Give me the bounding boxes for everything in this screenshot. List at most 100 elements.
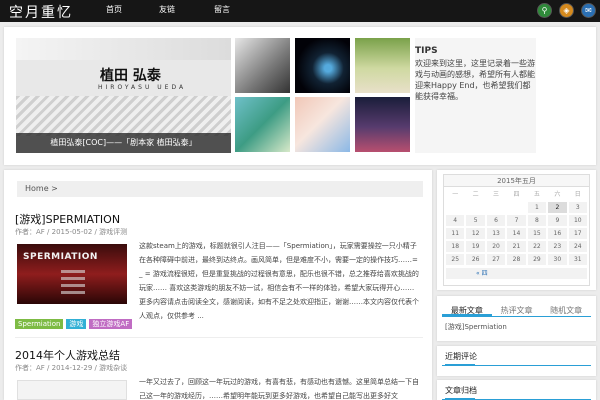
calendar-day[interactable]: 31 xyxy=(568,254,587,265)
post-meta: 作者：AF / 2015-05-02 / 游戏评测 xyxy=(15,228,128,236)
calendar-blank-cell xyxy=(446,202,464,213)
widget-underline xyxy=(442,364,591,366)
calendar-blank-cell xyxy=(487,202,505,213)
tips-title: TIPS xyxy=(415,46,438,56)
calendar-weekday: 三 xyxy=(493,191,500,198)
calendar-day[interactable]: 9 xyxy=(548,215,567,226)
post-title[interactable]: [游戏]SPERMIATION xyxy=(15,211,120,227)
site-logo[interactable]: 空月重忆 xyxy=(9,2,73,22)
calendar-day[interactable]: 18 xyxy=(446,241,465,252)
nav-item-links[interactable]: 友链 xyxy=(133,0,186,22)
calendar-day[interactable]: 8 xyxy=(527,215,547,226)
calendar-prev-link[interactable]: « 四 xyxy=(446,268,587,279)
tab-popular[interactable]: 热评文章 xyxy=(492,304,542,316)
slide-person-roman: HIROYASU UEDA xyxy=(98,84,187,91)
calendar-day[interactable]: 5 xyxy=(466,215,485,226)
post-excerpt: 一年又过去了，回顾这一年玩过的游戏，有喜有悲，有感动也有遗憾。这里简单总结一下自… xyxy=(139,378,419,400)
widget-title: 近期评论 xyxy=(445,352,477,361)
tab-random[interactable]: 随机文章 xyxy=(541,304,591,316)
widget-archives: 文章归档 xyxy=(437,380,596,400)
calendar-day[interactable]: 7 xyxy=(507,215,526,226)
thumbnail-title: SPERMIATION xyxy=(23,252,98,262)
post-thumbnail[interactable]: SPERMIATION xyxy=(17,244,127,304)
calendar-day[interactable]: 29 xyxy=(527,254,547,265)
calendar-day[interactable]: 15 xyxy=(527,228,547,239)
calendar-day[interactable]: 24 xyxy=(568,241,587,252)
calendar-day[interactable]: 4 xyxy=(446,215,465,226)
post-divider xyxy=(15,337,423,338)
calendar-day[interactable]: 25 xyxy=(446,254,465,265)
widget-recent-comments: 近期评论 xyxy=(437,346,596,376)
calendar-widget: 2015年五月 一二三四五六日 1 2 3 4 5 6 7 8 9 10 11 12 13 14 15 16 17… xyxy=(437,170,596,290)
calendar-day[interactable]: 23 xyxy=(548,241,567,252)
post-title[interactable]: 2014年个人游戏总结 xyxy=(15,347,120,363)
calendar-grid: 一二三四五六日 1 2 3 4 5 6 7 8 9 10 11 12 13 14 15 16 17 18 19 20 21… xyxy=(444,187,589,267)
thumbnail-menu-art xyxy=(61,270,85,298)
post-tags: Spermiation 游戏 独立游戏AF xyxy=(15,319,133,329)
tab-bar: 最新文章 热评文章 随机文章 xyxy=(442,304,591,317)
rss-icon[interactable]: ◈ xyxy=(559,3,574,18)
main-nav: 首页 友链 留言 xyxy=(95,0,241,22)
calendar-day[interactable]: 1 xyxy=(527,202,547,213)
calendar-weekday: 日 xyxy=(574,191,581,198)
calendar-day[interactable]: 6 xyxy=(486,215,506,226)
post-excerpt: 这款steam上的游戏，标题就很引人注目——「Spermiation」，玩家需要… xyxy=(139,242,419,320)
featured-thumb[interactable] xyxy=(355,38,410,93)
featured-thumb[interactable] xyxy=(295,38,350,93)
posts-tab-widget: 最新文章 热评文章 随机文章 [游戏]Spermiation xyxy=(437,296,596,341)
calendar-blank-cell xyxy=(507,202,525,213)
calendar-day[interactable]: 13 xyxy=(486,228,506,239)
nav-item-home[interactable]: 首页 xyxy=(95,0,133,22)
top-navbar: 空月重忆 首页 友链 留言 ⚲ ◈ ✉ xyxy=(0,0,600,22)
featured-slide[interactable]: 植田 弘泰 HIROYASU UEDA 植田弘泰[COC]——「剧本家 植田弘泰… xyxy=(16,38,231,153)
nav-item-guestbook[interactable]: 留言 xyxy=(186,0,241,22)
calendar-weekday: 四 xyxy=(513,191,520,198)
slide-artwork xyxy=(16,96,231,136)
breadcrumb[interactable]: Home > xyxy=(17,181,423,197)
calendar-day[interactable]: 26 xyxy=(466,254,485,265)
slide-person-name: 植田 弘泰 xyxy=(100,68,161,84)
featured-thumb[interactable] xyxy=(355,97,410,152)
tab-latest[interactable]: 最新文章 xyxy=(442,304,492,316)
calendar-day[interactable]: 30 xyxy=(548,254,567,265)
mail-icon[interactable]: ✉ xyxy=(581,3,596,18)
main-column: Home > [游戏]SPERMIATION 作者：AF / 2015-05-0… xyxy=(4,170,432,400)
slide-header-bar xyxy=(16,38,231,60)
calendar-day[interactable]: 14 xyxy=(507,228,526,239)
calendar-day[interactable]: 2 xyxy=(548,202,567,213)
calendar-day[interactable]: 10 xyxy=(568,215,587,226)
calendar-day[interactable]: 22 xyxy=(527,241,547,252)
calendar-day[interactable]: 3 xyxy=(568,202,587,213)
tips-box: TIPS 欢迎来到这里，这里记录着一些游戏与动画的感想，希望所有人都能迎来Hap… xyxy=(415,38,536,153)
calendar-weekday: 五 xyxy=(533,191,540,198)
post-thumbnail[interactable] xyxy=(17,380,127,400)
calendar-day[interactable]: 19 xyxy=(466,241,485,252)
featured-strip: 植田 弘泰 HIROYASU UEDA 植田弘泰[COC]——「剧本家 植田弘泰… xyxy=(4,27,596,165)
calendar-weekday: 六 xyxy=(554,191,561,198)
tag-link[interactable]: 游戏 xyxy=(66,319,87,329)
tag-link[interactable]: 独立游戏AF xyxy=(89,319,133,329)
calendar-day[interactable]: 20 xyxy=(486,241,506,252)
calendar-weekday: 一 xyxy=(452,191,459,198)
featured-thumb[interactable] xyxy=(235,38,290,93)
calendar-day[interactable]: 16 xyxy=(548,228,567,239)
search-icon[interactable]: ⚲ xyxy=(537,3,552,18)
calendar-day[interactable]: 11 xyxy=(446,228,465,239)
calendar: 2015年五月 一二三四五六日 1 2 3 4 5 6 7 8 9 10 11 12 13 14 15 16 17… xyxy=(443,174,590,286)
tab-list-item[interactable]: [游戏]Spermiation xyxy=(445,322,507,332)
calendar-day[interactable]: 28 xyxy=(507,254,526,265)
tips-text: 欢迎来到这里，这里记录着一些游戏与动画的感想，希望所有人都能迎来Happy En… xyxy=(415,59,535,101)
calendar-title: 2015年五月 xyxy=(444,175,589,187)
widget-title: 文章归档 xyxy=(445,386,477,395)
calendar-day[interactable]: 17 xyxy=(568,228,587,239)
tag-link[interactable]: Spermiation xyxy=(15,319,64,329)
calendar-weekday: 二 xyxy=(472,191,479,198)
calendar-blank-cell xyxy=(466,202,484,213)
calendar-day[interactable]: 12 xyxy=(466,228,485,239)
calendar-day[interactable]: 21 xyxy=(507,241,526,252)
post-meta: 作者：AF / 2014-12-29 / 游戏杂谈 xyxy=(15,364,128,372)
featured-thumb[interactable] xyxy=(295,97,350,152)
slide-caption[interactable]: 植田弘泰[COC]——「剧本家 植田弘泰」 xyxy=(16,133,231,153)
featured-thumb[interactable] xyxy=(235,97,290,152)
calendar-day[interactable]: 27 xyxy=(486,254,506,265)
